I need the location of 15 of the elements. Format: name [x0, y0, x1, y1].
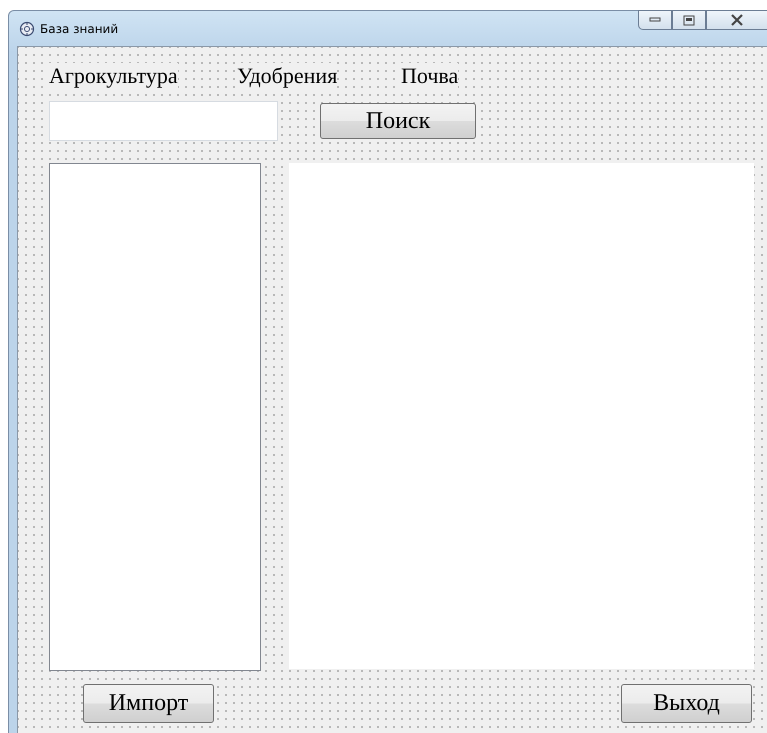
close-button[interactable] [706, 10, 767, 30]
app-icon [19, 20, 35, 36]
import-button[interactable]: Импорт [83, 684, 214, 723]
minimize-icon [649, 17, 661, 23]
search-button[interactable]: Поиск [320, 103, 476, 139]
search-field[interactable] [49, 101, 278, 141]
maximize-icon [683, 14, 695, 26]
form-label: Агрокультура [49, 63, 178, 89]
form-label: Удобрения [237, 63, 338, 89]
close-icon [730, 14, 744, 26]
exit-button[interactable]: Выход [621, 684, 752, 723]
maximize-button[interactable] [672, 10, 706, 30]
minimize-button[interactable] [638, 10, 672, 30]
window-title: База знаний [40, 22, 118, 36]
form-label: Почва [401, 63, 458, 89]
